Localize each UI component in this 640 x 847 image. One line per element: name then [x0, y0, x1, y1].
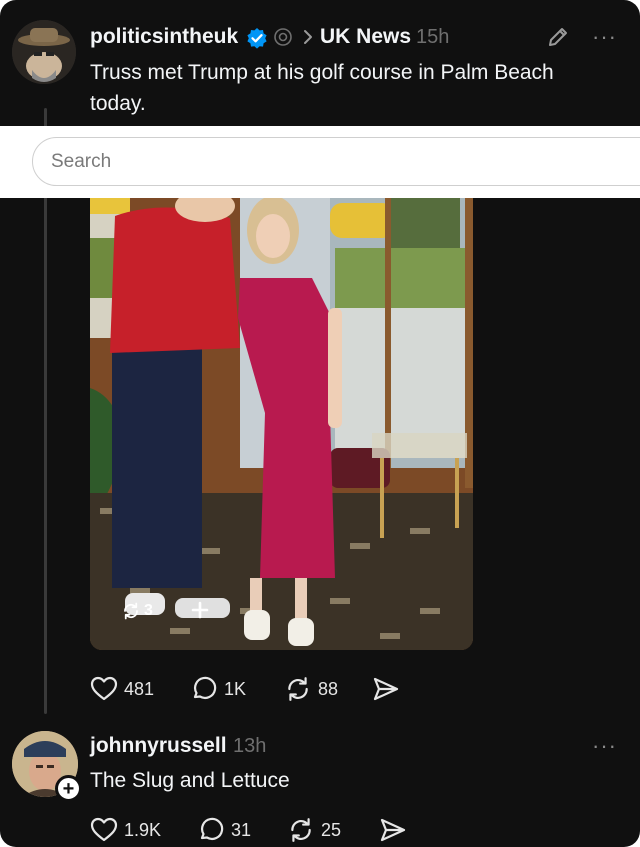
thread-line	[44, 108, 47, 714]
search-bar	[0, 126, 640, 198]
verified-badge-icon	[247, 28, 267, 49]
reply-repost-count: 25	[321, 819, 342, 840]
repost-icon	[288, 677, 308, 701]
reply-more-options-button[interactable]: ···	[592, 733, 617, 759]
reply-share-button[interactable]	[379, 817, 407, 843]
author-username[interactable]: politicsintheuk	[90, 25, 238, 49]
more-options-button[interactable]: ···	[592, 24, 617, 50]
comment-icon	[200, 817, 224, 840]
like-count: 481	[124, 678, 155, 699]
threads-feed: politicsintheuk UK News 15h ··· Truss me…	[0, 0, 640, 847]
author-avatar[interactable]	[12, 20, 76, 84]
post-time: 15h	[416, 26, 450, 48]
reply-like-button[interactable]: 1.9K	[90, 817, 161, 843]
reply-username[interactable]: johnnyrussell	[90, 734, 227, 758]
reply-time: 13h	[233, 735, 267, 757]
reply-count: 1K	[224, 678, 247, 699]
like-button[interactable]: 481	[90, 676, 154, 702]
heart-icon	[90, 817, 118, 842]
image-repost-indicator: 3	[122, 600, 153, 622]
reply-reply-count: 31	[231, 819, 252, 840]
comment-icon	[193, 676, 217, 699]
post-text-line: today.	[90, 92, 146, 115]
reply-like-count: 1.9K	[124, 819, 162, 840]
search-input[interactable]	[32, 137, 640, 186]
pencil-icon[interactable]	[546, 25, 570, 49]
image-repost-count: 3	[144, 602, 153, 619]
share-icon	[380, 818, 406, 842]
plus-icon[interactable]	[190, 600, 210, 620]
repost-button[interactable]: 88	[284, 676, 338, 702]
share-button[interactable]	[372, 676, 400, 702]
post-text-line: Truss met Trump at his golf course in Pa…	[90, 61, 554, 84]
reply-reply-button[interactable]: 31	[197, 817, 251, 843]
reply-repost-button[interactable]: 25	[287, 817, 341, 843]
reply-text: The Slug and Lettuce	[90, 769, 290, 792]
post-image[interactable]	[90, 198, 473, 650]
post-text: Truss met Trump at his golf course in Pa…	[90, 57, 554, 119]
heart-icon	[90, 676, 118, 701]
repost-icon	[124, 602, 138, 620]
follow-button[interactable]: +	[55, 775, 82, 802]
threads-icon	[274, 28, 292, 46]
repost-icon	[291, 818, 311, 842]
repost-count: 88	[318, 678, 339, 699]
reply-button[interactable]: 1K	[190, 676, 246, 702]
chevron-right-icon	[304, 30, 312, 44]
community-link[interactable]: UK News	[320, 25, 411, 49]
share-icon	[373, 677, 399, 701]
